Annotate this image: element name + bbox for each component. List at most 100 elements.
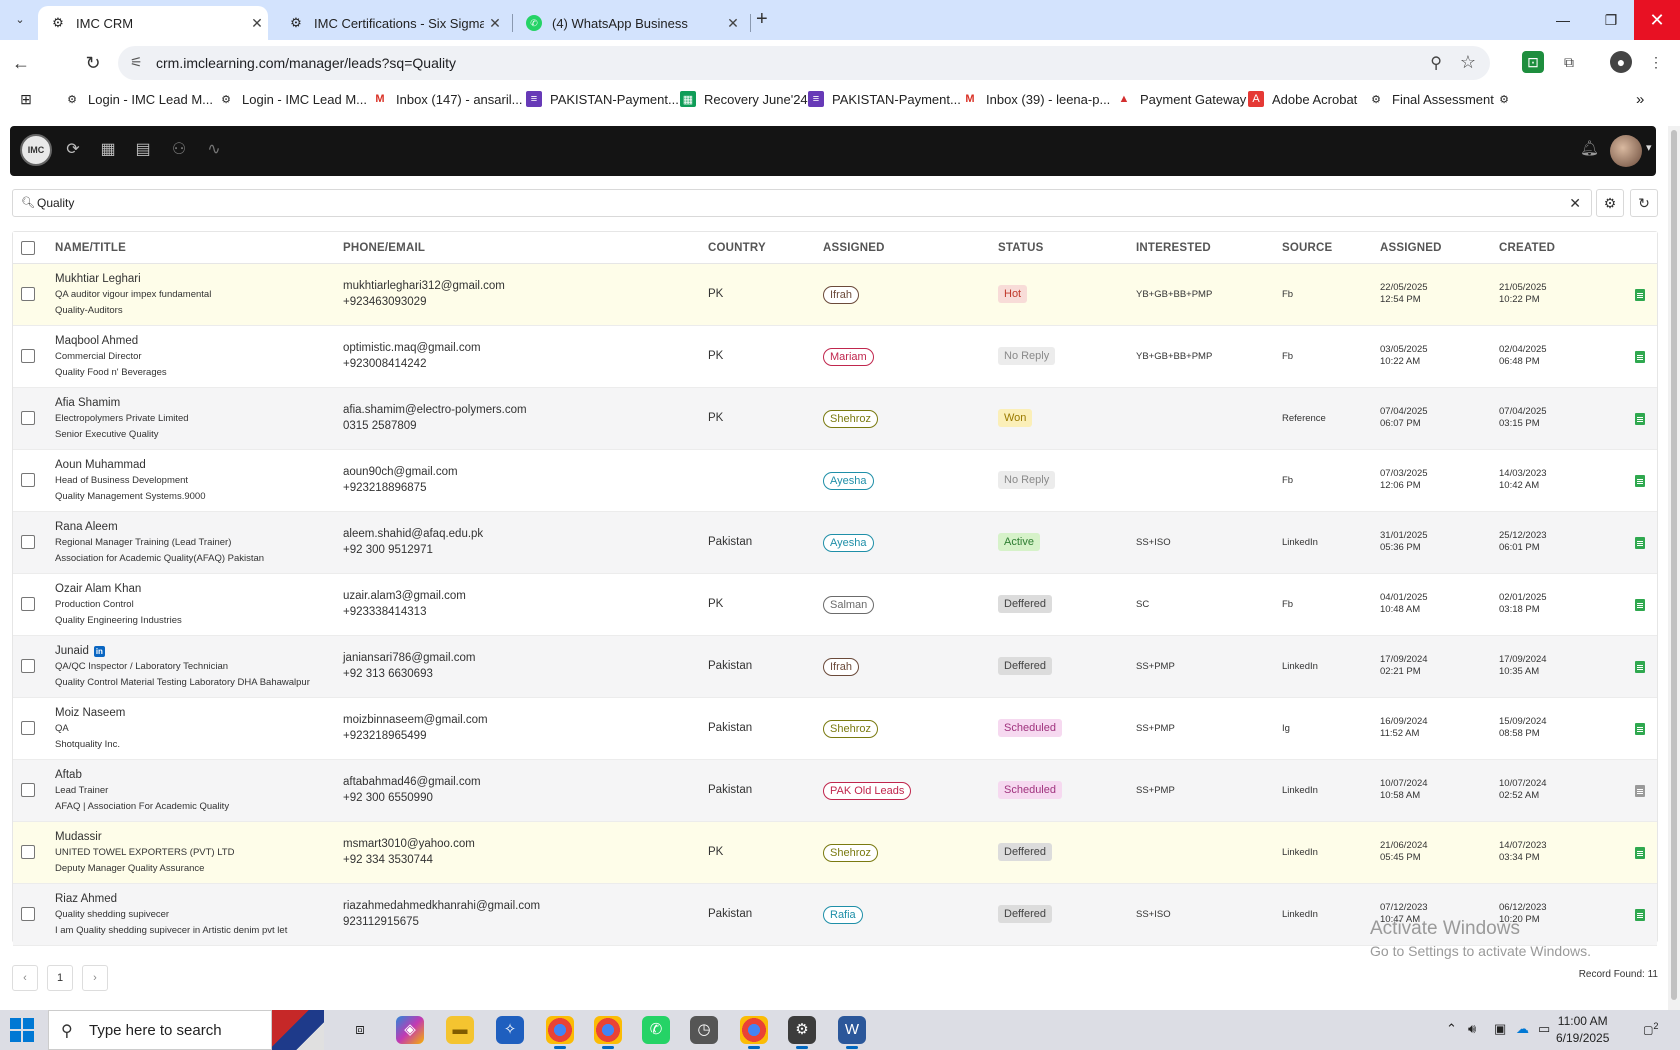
table-row[interactable]: Aoun Muhammad Head of Business Developmen… — [13, 450, 1657, 512]
search-input[interactable] — [37, 194, 1537, 212]
scrollbar-thumb[interactable] — [1671, 130, 1677, 1000]
lead-name-cell[interactable]: Aoun Muhammad Head of Business Developmen… — [55, 457, 206, 505]
bookmark-item[interactable]: ⚙ — [1496, 91, 1520, 107]
chevron-down-icon[interactable]: ▾ — [1646, 141, 1652, 154]
cloud-icon[interactable]: ☁ — [1516, 1021, 1529, 1037]
status-badge[interactable]: Scheduled — [998, 781, 1062, 799]
page-scrollbar[interactable] — [1668, 126, 1680, 1010]
chrome-icon[interactable] — [546, 1016, 574, 1049]
row-checkbox[interactable] — [21, 783, 35, 797]
activity-icon[interactable]: ∿ — [203, 139, 225, 161]
notes-document-icon[interactable] — [1635, 475, 1645, 487]
status-badge[interactable]: Deffered — [998, 595, 1052, 613]
show-hidden-icons-icon[interactable]: ⌃ — [1446, 1021, 1457, 1037]
notes-document-icon[interactable] — [1635, 785, 1645, 797]
bookmark-item[interactable]: ⚙ Login - IMC Lead M... — [218, 91, 367, 107]
lead-email[interactable]: moizbinnaseem@gmail.com — [343, 712, 488, 728]
taskbar-app-icon[interactable]: ◷ — [690, 1016, 718, 1044]
copilot-icon[interactable]: ◈ — [396, 1016, 424, 1044]
lead-email[interactable]: msmart3010@yahoo.com — [343, 836, 475, 852]
column-header-source[interactable]: SOURCE — [1282, 242, 1332, 254]
browser-menu-icon[interactable]: ⋮ — [1645, 51, 1667, 73]
row-checkbox[interactable] — [21, 845, 35, 859]
table-row[interactable]: Maqbool Ahmed Commercial Director Quality … — [13, 326, 1657, 388]
status-badge[interactable]: Scheduled — [998, 719, 1062, 737]
lead-name-cell[interactable]: Rana Aleem Regional Manager Training (Lea… — [55, 519, 264, 567]
reload-icon[interactable]: ↻ — [80, 50, 106, 76]
apps-grid-icon[interactable]: ⊞ — [18, 91, 42, 107]
bookmark-item[interactable]: ⚙ Login - IMC Lead M... — [64, 91, 213, 107]
bookmark-item[interactable]: ▲ Payment Gateway — [1116, 91, 1247, 107]
bookmark-item[interactable]: M Inbox (39) - leena-p... — [962, 91, 1110, 107]
notes-document-icon[interactable] — [1635, 723, 1645, 735]
assigned-badge[interactable]: Shehroz — [823, 844, 878, 862]
lead-phone[interactable]: 0315 2587809 — [343, 418, 527, 434]
lead-name[interactable]: Mukhtiar Leghari — [55, 273, 141, 285]
row-checkbox[interactable] — [21, 287, 35, 301]
lead-name-cell[interactable]: Maqbool Ahmed Commercial Director Quality … — [55, 333, 167, 381]
status-badge[interactable]: Won — [998, 409, 1033, 427]
task-view-icon[interactable]: ⧈ — [346, 1016, 374, 1044]
lead-name-cell[interactable]: Afia Shamim Electropolymers Private Limit… — [55, 395, 189, 443]
table-row[interactable]: Mudassir UNITED TOWEL EXPORTERS (PVT) LTD… — [13, 822, 1657, 884]
device-icon[interactable]: ▣ — [1494, 1021, 1506, 1037]
notes-document-icon[interactable] — [1635, 351, 1645, 363]
chrome-icon[interactable] — [740, 1016, 768, 1049]
column-header-country[interactable]: COUNTRY — [708, 242, 766, 254]
system-clock[interactable]: 11:00 AM 6/19/2025 — [1556, 1013, 1609, 1047]
row-checkbox[interactable] — [21, 535, 35, 549]
status-badge[interactable]: Deffered — [998, 905, 1052, 923]
next-page-button[interactable]: › — [82, 965, 108, 991]
lead-email[interactable]: aftabahmad46@gmail.com — [343, 774, 481, 790]
assigned-badge[interactable]: Salman — [823, 596, 875, 614]
lead-phone[interactable]: +923338414313 — [343, 604, 466, 620]
lead-email[interactable]: afia.shamim@electro-polymers.com — [343, 402, 527, 418]
lead-phone[interactable]: 923112915675 — [343, 914, 540, 930]
column-header-name[interactable]: NAME/TITLE — [55, 242, 126, 254]
notes-document-icon[interactable] — [1635, 537, 1645, 549]
network-icon[interactable]: ▭ — [1538, 1021, 1550, 1037]
lead-phone[interactable]: +923008414242 — [343, 356, 481, 372]
lead-phone[interactable]: +92 313 6630693 — [343, 666, 476, 682]
assigned-badge[interactable]: Ifrah — [823, 658, 860, 676]
tab-imc-crm[interactable]: ⚙ IMC CRM ✕ — [38, 6, 268, 40]
lead-name[interactable]: Rana Aleem — [55, 521, 118, 533]
news-widget-icon[interactable] — [272, 1010, 324, 1050]
row-checkbox[interactable] — [21, 473, 35, 487]
column-header-assigned[interactable]: ASSIGNED — [823, 242, 885, 254]
assigned-badge[interactable]: Ayesha — [823, 472, 874, 490]
window-close-icon[interactable]: ✕ — [1634, 0, 1680, 40]
contacts-icon[interactable]: ▤ — [132, 139, 154, 161]
assigned-badge[interactable]: PAK Old Leads — [823, 782, 912, 800]
lead-email[interactable]: aleem.shahid@afaq.edu.pk — [343, 526, 483, 542]
user-avatar[interactable] — [1610, 135, 1642, 167]
tab-search-icon[interactable]: ⌄ — [8, 8, 32, 32]
taskbar-search[interactable]: ⚲ Type here to search — [48, 1010, 272, 1050]
imc-logo[interactable]: IMC — [20, 134, 52, 166]
clear-search-icon[interactable]: ✕ — [1569, 195, 1581, 212]
volume-icon[interactable]: 🔊︎ — [1468, 1021, 1476, 1037]
lead-email[interactable]: optimistic.maq@gmail.com — [343, 340, 481, 356]
table-row[interactable]: Rana Aleem Regional Manager Training (Lea… — [13, 512, 1657, 574]
lead-name-cell[interactable]: Junaid in QA/QC Inspector / Laboratory Tec… — [55, 643, 310, 691]
back-icon[interactable]: ← — [8, 50, 34, 76]
lead-name-cell[interactable]: Riaz Ahmed Quality shedding supivecer I am… — [55, 891, 287, 939]
taskbar-app-icon[interactable]: ✧ — [496, 1016, 524, 1044]
lead-name[interactable]: Afia Shamim — [55, 397, 120, 409]
refresh-sync-icon[interactable]: ⟳ — [62, 139, 84, 161]
status-badge[interactable]: Deffered — [998, 843, 1052, 861]
status-badge[interactable]: Hot — [998, 285, 1028, 303]
assigned-badge[interactable]: Ayesha — [823, 534, 874, 552]
lead-name[interactable]: Riaz Ahmed — [55, 893, 117, 905]
refresh-button[interactable]: ↻ — [1630, 189, 1658, 217]
notes-document-icon[interactable] — [1635, 661, 1645, 673]
assigned-badge[interactable]: Shehroz — [823, 410, 878, 428]
bookmark-item[interactable]: M Inbox (147) - ansaril... — [372, 91, 522, 107]
tab-close-icon[interactable]: ✕ — [722, 15, 744, 32]
row-checkbox[interactable] — [21, 349, 35, 363]
row-checkbox[interactable] — [21, 411, 35, 425]
column-header-assigned-date[interactable]: ASSIGNED — [1380, 242, 1442, 254]
row-checkbox[interactable] — [21, 721, 35, 735]
row-checkbox[interactable] — [21, 907, 35, 921]
bookmark-item[interactable]: ⚙ Final Assessment — [1368, 91, 1494, 107]
